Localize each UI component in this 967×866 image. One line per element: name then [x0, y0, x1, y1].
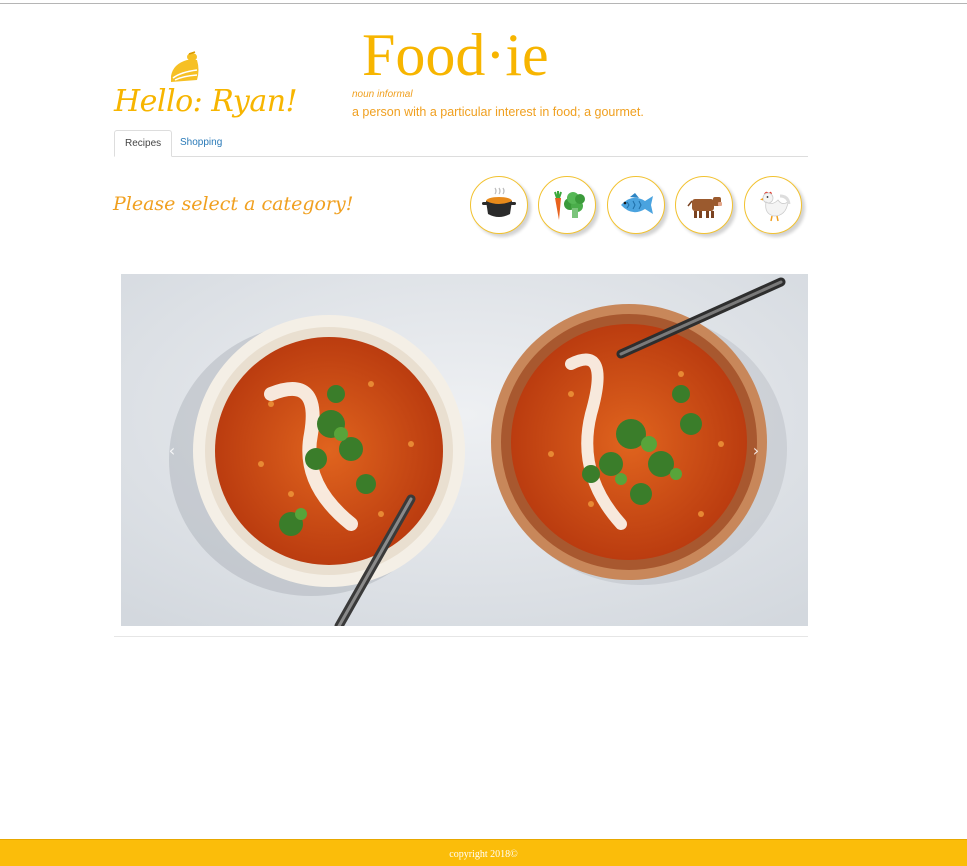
- tab-shopping[interactable]: Shopping: [170, 130, 232, 155]
- carousel-divider: [114, 636, 808, 637]
- footer: copyright 2018©: [0, 839, 967, 866]
- brand-definition: a person with a particular interest in f…: [352, 105, 644, 119]
- category-vegetables-button[interactable]: [538, 176, 596, 234]
- part-of-speech: noun informal: [352, 89, 413, 100]
- cow-icon: [687, 197, 722, 218]
- chef-hat-icon: [163, 50, 203, 86]
- copyright-text: copyright 2018©: [449, 849, 518, 860]
- chicken-icon: [760, 191, 791, 222]
- category-prompt: Please select a category!: [113, 193, 354, 215]
- page: Hello: Ryan! Food·ie noun informal a per…: [0, 0, 967, 866]
- greeting: Hello: Ryan!: [114, 84, 298, 119]
- recipe-carousel[interactable]: [121, 274, 808, 626]
- brand-title: Food·ie: [362, 22, 549, 88]
- fish-icon: [621, 193, 653, 214]
- category-beef-button[interactable]: [675, 176, 733, 234]
- cooking-pot-icon: [482, 187, 516, 217]
- carousel-prev-chevron-left-icon[interactable]: ‹: [164, 440, 180, 460]
- category-fish-button[interactable]: [607, 176, 665, 234]
- tab-bar: Recipes Shopping: [114, 130, 808, 157]
- vegetables-icon: [554, 191, 585, 220]
- category-soup-button[interactable]: [470, 176, 528, 234]
- soup-photo: [121, 274, 808, 626]
- carousel-next-chevron-right-icon[interactable]: ›: [748, 440, 764, 460]
- top-divider: [0, 3, 967, 4]
- tab-recipes[interactable]: Recipes: [114, 130, 173, 157]
- category-chicken-button[interactable]: [744, 176, 802, 234]
